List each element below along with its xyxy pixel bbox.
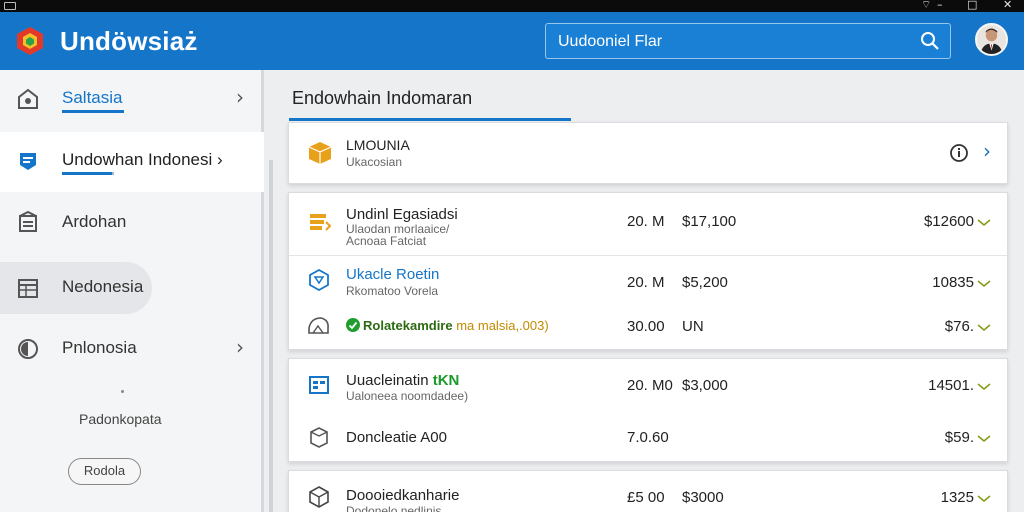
box-outline-icon <box>310 427 328 448</box>
sidebar-scrollbar[interactable] <box>269 160 273 512</box>
order-qty: 7.0.60 <box>627 429 669 446</box>
order-title-main: Uuacleinatin <box>346 372 433 389</box>
order-total: 1325 <box>940 489 974 506</box>
chevron-right-icon: › <box>236 85 244 109</box>
page-title: Endowhain Indomaran <box>292 88 473 108</box>
chevron-right-icon[interactable]: › <box>983 139 991 163</box>
order-qty: 20. M0 <box>627 377 673 394</box>
os-title-bar: ⌔ – □ ✕ <box>0 0 1024 12</box>
orders-card-2: Uuacleinatin tKN Ualoneea noomdadee) 20.… <box>288 358 1008 462</box>
sidebar-item-nedonesia[interactable]: Nedonesia <box>0 259 264 317</box>
close-button[interactable]: ✕ <box>1003 0 1012 11</box>
order-total: 10835 <box>932 274 974 291</box>
info-icon[interactable] <box>949 143 969 163</box>
sidebar-item-pnlonosia[interactable]: Pnlonosia › <box>0 320 264 378</box>
app-title: Undöwsiaż <box>60 26 198 56</box>
sidebar-item-ardohan[interactable]: Ardohan <box>0 194 264 252</box>
search-input[interactable]: Uudooniel Flar <box>558 33 662 51</box>
avatar[interactable] <box>975 23 1008 56</box>
window-menu-icon[interactable] <box>4 2 16 10</box>
grid-icon <box>18 279 38 298</box>
status-badge <box>346 318 360 332</box>
order-total: 14501. <box>928 377 974 394</box>
sidebar-item-label: Nedonesia <box>62 277 144 296</box>
table-icon <box>309 376 329 394</box>
tag-icon <box>20 153 36 170</box>
sidebar-item-saltasia[interactable]: Saltasia › <box>0 70 264 128</box>
home-icon <box>18 88 38 109</box>
order-total: $76. <box>944 318 974 335</box>
sidebar-item-undowhan[interactable]: Undowhan Indonesi › <box>0 132 264 192</box>
order-title-extra: ma malsia,.003) <box>452 318 549 333</box>
table-row[interactable]: Doncleatie A00 7.0.60 $59. <box>289 411 1007 463</box>
orders-card-1: Undinl Egasiadsi Ulaodan morlaaice/ Acno… <box>288 192 1008 350</box>
cube-icon <box>309 486 329 508</box>
sidebar-item-label: Saltasia <box>62 88 123 107</box>
stack-icon <box>310 214 331 231</box>
summary-title: LMOUNIA <box>346 137 410 153</box>
document-icon <box>19 211 37 232</box>
selected-underline-tail <box>112 172 114 175</box>
active-underline <box>62 110 124 113</box>
chevron-down-icon[interactable] <box>977 217 991 227</box>
app-logo-icon <box>17 27 43 55</box>
order-price: $3000 <box>682 489 724 506</box>
order-price: UN <box>682 318 704 335</box>
order-qty: 20. M <box>627 274 665 291</box>
signal-icon: ⌔ <box>921 0 932 11</box>
box-icon <box>308 142 332 164</box>
order-title: Doooiedkanharie <box>346 487 460 504</box>
cube-outline-icon <box>309 268 329 292</box>
minimize-button[interactable]: – <box>937 0 943 11</box>
order-title: Uuacleinatin tKN <box>346 372 459 389</box>
chevron-down-icon[interactable] <box>977 433 991 443</box>
summary-card[interactable]: LMOUNIA Ukacosian › <box>288 122 1008 184</box>
clock-icon <box>18 339 38 359</box>
maximize-button[interactable]: □ <box>967 0 977 11</box>
sidebar-sub-label: Padonkopata <box>79 411 162 427</box>
order-subtitle: Rkomatoo Vorela <box>346 284 439 298</box>
chevron-right-icon: › <box>236 335 244 359</box>
order-title: Ukacle Roetin <box>346 266 440 283</box>
table-row[interactable]: Rolatekamdire ma malsia,.003) 30.00 UN $… <box>289 306 1007 350</box>
order-qty: £5 00 <box>627 489 665 506</box>
search-icon[interactable] <box>920 31 940 51</box>
order-title-main: Rolatekamdire <box>363 318 453 333</box>
order-title: Rolatekamdire ma malsia,.003) <box>363 318 549 333</box>
order-tag: tKN <box>432 372 460 389</box>
table-row[interactable]: Uuacleinatin tKN Ualoneea noomdadee) 20.… <box>289 359 1007 411</box>
table-row[interactable]: Undinl Egasiadsi Ulaodan morlaaice/ Acno… <box>289 193 1007 255</box>
order-title: Undinl Egasiadsi <box>346 206 458 223</box>
sidebar-action-button[interactable]: Rodola <box>68 458 141 485</box>
app-header: Undöwsiaż Uudooniel Flar <box>0 12 1024 70</box>
sidebar-item-label: Pnlonosia <box>62 338 137 357</box>
selected-underline <box>62 172 112 175</box>
chevron-down-icon[interactable] <box>977 493 991 503</box>
order-total: $59. <box>944 429 974 446</box>
order-price: $3,000 <box>682 377 728 394</box>
order-subtitle: Ulaodan morlaaice/ Acnoaa Fatciat <box>346 222 450 248</box>
title-underline <box>289 118 571 121</box>
chevron-down-icon[interactable] <box>977 381 991 391</box>
search-bar[interactable]: Uudooniel Flar <box>545 23 951 59</box>
chevron-down-icon[interactable] <box>977 278 991 288</box>
order-price: $17,100 <box>682 213 737 230</box>
sidebar: Saltasia › Undowhan Indonesi › Ardohan N… <box>0 70 264 512</box>
chevron-down-icon[interactable] <box>977 322 991 332</box>
order-total: $12600 <box>923 213 974 230</box>
order-subtitle: Dodonelo nedlinis <box>346 504 442 512</box>
sidebar-item-label: Ardohan <box>62 212 127 231</box>
order-qty: 30.00 <box>627 318 665 335</box>
summary-subtitle: Ukacosian <box>346 155 403 169</box>
orders-card-3: Doooiedkanharie Dodonelo nedlinis £5 00 … <box>288 470 1008 512</box>
sidebar-item-label: Undowhan Indonesi › <box>62 150 223 169</box>
separator-dot <box>121 390 124 393</box>
order-title: Doncleatie A00 <box>346 429 447 446</box>
table-row[interactable]: Ukacle Roetin Rkomatoo Vorela 20. M $5,2… <box>289 256 1007 306</box>
tag-outline-icon <box>308 317 329 334</box>
table-row[interactable]: Doooiedkanharie Dodonelo nedlinis £5 00 … <box>289 471 1007 512</box>
order-price: $5,200 <box>682 274 728 291</box>
order-qty: 20. M <box>627 213 665 230</box>
order-subtitle: Ualoneea noomdadee) <box>346 389 469 403</box>
